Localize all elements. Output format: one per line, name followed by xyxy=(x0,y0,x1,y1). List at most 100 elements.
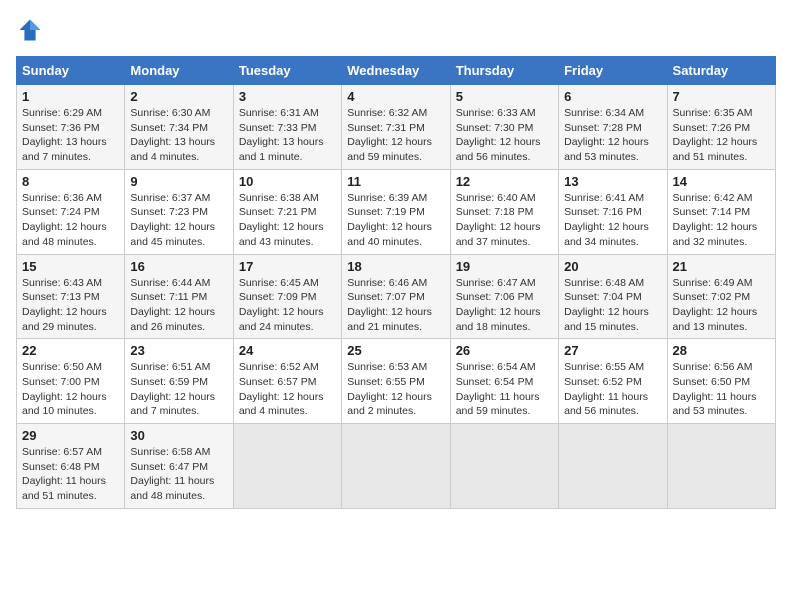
weekday-header-thursday: Thursday xyxy=(450,57,558,85)
day-number: 11 xyxy=(347,174,444,189)
calendar-cell: 16 Sunrise: 6:44 AMSunset: 7:11 PMDayligh… xyxy=(125,254,233,339)
day-number: 28 xyxy=(673,343,770,358)
calendar-cell: 9 Sunrise: 6:37 AMSunset: 7:23 PMDaylight… xyxy=(125,169,233,254)
day-info: Sunrise: 6:35 AMSunset: 7:26 PMDaylight:… xyxy=(673,106,770,165)
weekday-header-monday: Monday xyxy=(125,57,233,85)
day-info: Sunrise: 6:30 AMSunset: 7:34 PMDaylight:… xyxy=(130,106,227,165)
day-info: Sunrise: 6:49 AMSunset: 7:02 PMDaylight:… xyxy=(673,276,770,335)
calendar-week-4: 22 Sunrise: 6:50 AMSunset: 7:00 PMDayligh… xyxy=(17,339,776,424)
calendar-cell: 29Sunrise: 6:57 AMSunset: 6:48 PMDayligh… xyxy=(17,424,125,509)
day-number: 30 xyxy=(130,428,227,443)
day-info: Sunrise: 6:39 AMSunset: 7:19 PMDaylight:… xyxy=(347,191,444,250)
day-info: Sunrise: 6:42 AMSunset: 7:14 PMDaylight:… xyxy=(673,191,770,250)
day-info: Sunrise: 6:51 AMSunset: 6:59 PMDaylight:… xyxy=(130,360,227,419)
day-info: Sunrise: 6:52 AMSunset: 6:57 PMDaylight:… xyxy=(239,360,336,419)
day-number: 13 xyxy=(564,174,661,189)
calendar-cell: 28 Sunrise: 6:56 AMSunset: 6:50 PMDayligh… xyxy=(667,339,775,424)
day-number: 5 xyxy=(456,89,553,104)
calendar-cell xyxy=(667,424,775,509)
day-number: 24 xyxy=(239,343,336,358)
day-number: 3 xyxy=(239,89,336,104)
calendar-cell: 10 Sunrise: 6:38 AMSunset: 7:21 PMDayligh… xyxy=(233,169,341,254)
day-info: Sunrise: 6:29 AMSunset: 7:36 PMDaylight:… xyxy=(22,106,119,165)
day-number: 14 xyxy=(673,174,770,189)
day-info: Sunrise: 6:57 AMSunset: 6:48 PMDaylight:… xyxy=(22,445,119,504)
logo-icon xyxy=(16,16,44,44)
calendar-cell: 5 Sunrise: 6:33 AMSunset: 7:30 PMDaylight… xyxy=(450,85,558,170)
day-info: Sunrise: 6:37 AMSunset: 7:23 PMDaylight:… xyxy=(130,191,227,250)
day-number: 10 xyxy=(239,174,336,189)
day-info: Sunrise: 6:33 AMSunset: 7:30 PMDaylight:… xyxy=(456,106,553,165)
day-number: 6 xyxy=(564,89,661,104)
calendar-cell: 27Sunrise: 6:55 AMSunset: 6:52 PMDayligh… xyxy=(559,339,667,424)
calendar-cell xyxy=(233,424,341,509)
day-info: Sunrise: 6:55 AMSunset: 6:52 PMDaylight:… xyxy=(564,360,661,419)
day-info: Sunrise: 6:41 AMSunset: 7:16 PMDaylight:… xyxy=(564,191,661,250)
day-number: 25 xyxy=(347,343,444,358)
calendar-cell: 25Sunrise: 6:53 AMSunset: 6:55 PMDayligh… xyxy=(342,339,450,424)
calendar-cell: 4 Sunrise: 6:32 AMSunset: 7:31 PMDaylight… xyxy=(342,85,450,170)
day-number: 21 xyxy=(673,259,770,274)
weekday-header-tuesday: Tuesday xyxy=(233,57,341,85)
calendar-cell: 12Sunrise: 6:40 AMSunset: 7:18 PMDayligh… xyxy=(450,169,558,254)
calendar-week-3: 15 Sunrise: 6:43 AMSunset: 7:13 PMDayligh… xyxy=(17,254,776,339)
calendar-cell xyxy=(450,424,558,509)
calendar-cell: 19Sunrise: 6:47 AMSunset: 7:06 PMDayligh… xyxy=(450,254,558,339)
day-number: 9 xyxy=(130,174,227,189)
calendar-cell: 15 Sunrise: 6:43 AMSunset: 7:13 PMDayligh… xyxy=(17,254,125,339)
day-number: 22 xyxy=(22,343,119,358)
calendar-cell: 26Sunrise: 6:54 AMSunset: 6:54 PMDayligh… xyxy=(450,339,558,424)
page-header xyxy=(16,16,776,44)
day-info: Sunrise: 6:32 AMSunset: 7:31 PMDaylight:… xyxy=(347,106,444,165)
calendar-cell: 17Sunrise: 6:45 AMSunset: 7:09 PMDayligh… xyxy=(233,254,341,339)
day-info: Sunrise: 6:44 AMSunset: 7:11 PMDaylight:… xyxy=(130,276,227,335)
calendar-cell xyxy=(342,424,450,509)
weekday-header-saturday: Saturday xyxy=(667,57,775,85)
day-info: Sunrise: 6:34 AMSunset: 7:28 PMDaylight:… xyxy=(564,106,661,165)
day-number: 4 xyxy=(347,89,444,104)
day-info: Sunrise: 6:46 AMSunset: 7:07 PMDaylight:… xyxy=(347,276,444,335)
weekday-header-sunday: Sunday xyxy=(17,57,125,85)
calendar-cell: 13 Sunrise: 6:41 AMSunset: 7:16 PMDayligh… xyxy=(559,169,667,254)
day-number: 1 xyxy=(22,89,119,104)
day-number: 17 xyxy=(239,259,336,274)
calendar-cell: 20 Sunrise: 6:48 AMSunset: 7:04 PMDayligh… xyxy=(559,254,667,339)
weekday-header-friday: Friday xyxy=(559,57,667,85)
day-info: Sunrise: 6:38 AMSunset: 7:21 PMDaylight:… xyxy=(239,191,336,250)
day-number: 18 xyxy=(347,259,444,274)
day-number: 23 xyxy=(130,343,227,358)
day-info: Sunrise: 6:48 AMSunset: 7:04 PMDaylight:… xyxy=(564,276,661,335)
calendar-cell: 2 Sunrise: 6:30 AMSunset: 7:34 PMDaylight… xyxy=(125,85,233,170)
calendar-cell: 21 Sunrise: 6:49 AMSunset: 7:02 PMDayligh… xyxy=(667,254,775,339)
calendar-cell: 11 Sunrise: 6:39 AMSunset: 7:19 PMDayligh… xyxy=(342,169,450,254)
calendar-cell: 14 Sunrise: 6:42 AMSunset: 7:14 PMDayligh… xyxy=(667,169,775,254)
day-number: 7 xyxy=(673,89,770,104)
day-number: 26 xyxy=(456,343,553,358)
day-number: 16 xyxy=(130,259,227,274)
day-info: Sunrise: 6:56 AMSunset: 6:50 PMDaylight:… xyxy=(673,360,770,419)
calendar-table: SundayMondayTuesdayWednesdayThursdayFrid… xyxy=(16,56,776,509)
weekday-header-wednesday: Wednesday xyxy=(342,57,450,85)
calendar-cell: 24 Sunrise: 6:52 AMSunset: 6:57 PMDayligh… xyxy=(233,339,341,424)
logo xyxy=(16,16,48,44)
calendar-cell: 7 Sunrise: 6:35 AMSunset: 7:26 PMDaylight… xyxy=(667,85,775,170)
day-info: Sunrise: 6:43 AMSunset: 7:13 PMDaylight:… xyxy=(22,276,119,335)
day-number: 8 xyxy=(22,174,119,189)
calendar-cell: 18 Sunrise: 6:46 AMSunset: 7:07 PMDayligh… xyxy=(342,254,450,339)
calendar-cell: 8 Sunrise: 6:36 AMSunset: 7:24 PMDaylight… xyxy=(17,169,125,254)
day-info: Sunrise: 6:36 AMSunset: 7:24 PMDaylight:… xyxy=(22,191,119,250)
day-info: Sunrise: 6:58 AMSunset: 6:47 PMDaylight:… xyxy=(130,445,227,504)
day-number: 20 xyxy=(564,259,661,274)
day-number: 15 xyxy=(22,259,119,274)
day-number: 19 xyxy=(456,259,553,274)
calendar-cell xyxy=(559,424,667,509)
day-info: Sunrise: 6:50 AMSunset: 7:00 PMDaylight:… xyxy=(22,360,119,419)
calendar-cell: 22 Sunrise: 6:50 AMSunset: 7:00 PMDayligh… xyxy=(17,339,125,424)
calendar-week-5: 29Sunrise: 6:57 AMSunset: 6:48 PMDayligh… xyxy=(17,424,776,509)
calendar-cell: 1 Sunrise: 6:29 AMSunset: 7:36 PMDaylight… xyxy=(17,85,125,170)
calendar-cell: 6 Sunrise: 6:34 AMSunset: 7:28 PMDaylight… xyxy=(559,85,667,170)
calendar-week-2: 8 Sunrise: 6:36 AMSunset: 7:24 PMDaylight… xyxy=(17,169,776,254)
day-number: 12 xyxy=(456,174,553,189)
calendar-week-1: 1 Sunrise: 6:29 AMSunset: 7:36 PMDaylight… xyxy=(17,85,776,170)
day-number: 2 xyxy=(130,89,227,104)
